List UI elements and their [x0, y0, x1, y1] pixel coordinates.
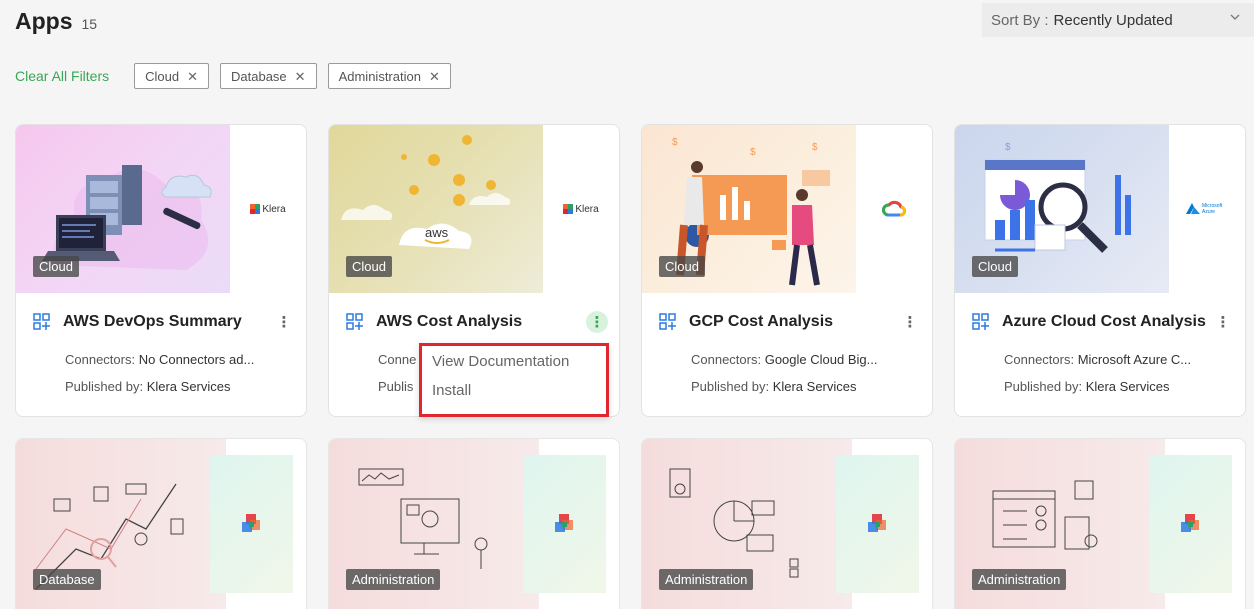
category-tag: Administration: [972, 569, 1067, 590]
page-title: Apps: [15, 8, 73, 34]
more-options-icon[interactable]: ⋮: [1212, 311, 1234, 333]
azure-logo-text: Microsoft Azure: [1202, 203, 1223, 215]
filter-chip-administration[interactable]: Administration ✕: [327, 63, 451, 89]
chevron-down-icon: [1230, 14, 1240, 20]
category-tag: Administration: [659, 569, 754, 590]
page-header: Apps 15: [15, 8, 97, 35]
app-title[interactable]: Azure Cloud Cost Analysis: [1002, 313, 1206, 331]
sort-dropdown[interactable]: Sort By : Recently Updated: [982, 3, 1254, 37]
klera-logo-text: Klera: [575, 203, 599, 215]
vendor-logo: Microsoft Azure: [1169, 125, 1245, 293]
menu-item-install[interactable]: Install: [422, 376, 606, 405]
category-tag: Cloud: [972, 256, 1018, 277]
klera-logo-icon: [210, 455, 293, 593]
app-card-illustration: Cloud: [16, 125, 230, 293]
filter-chip-label: Database: [231, 68, 287, 84]
app-card-illustration: Database: [16, 439, 226, 609]
app-grid-icon: [346, 313, 363, 330]
app-title[interactable]: GCP Cost Analysis: [689, 313, 833, 331]
app-card-illustration: aws Cloud: [329, 125, 543, 293]
app-grid-icon: [972, 313, 989, 330]
sort-value: Recently Updated: [1053, 11, 1173, 29]
app-card-azure-cloud-cost-analysis[interactable]: $ Cloud Microsoft Azure Azure Cloud Cost…: [954, 124, 1246, 417]
app-card-administration-2[interactable]: Administration: [641, 438, 933, 609]
filter-chip-label: Cloud: [145, 68, 180, 84]
google-cloud-logo-icon: [882, 200, 906, 217]
aws-logo-text: aws: [425, 225, 449, 240]
filter-bar: Clear All Filters Cloud ✕ Database ✕ Adm…: [15, 63, 451, 89]
app-card-illustration: $ $ $ Cloud: [642, 125, 856, 293]
category-tag: Cloud: [346, 256, 392, 277]
filter-chip-cloud[interactable]: Cloud ✕: [134, 63, 210, 89]
vendor-logo: [856, 125, 932, 293]
klera-logo-icon: [563, 204, 574, 214]
app-connectors: Conne: [378, 352, 417, 367]
clear-all-filters-link[interactable]: Clear All Filters: [15, 68, 109, 84]
category-tag: Database: [33, 569, 101, 590]
app-grid-icon: [33, 313, 50, 330]
app-grid-icon: [659, 313, 676, 330]
app-card-database[interactable]: Database: [15, 438, 307, 609]
klera-logo-icon: [250, 204, 261, 214]
filter-chip-label: Administration: [338, 68, 421, 84]
app-card-illustration: Administration: [955, 439, 1165, 609]
vendor-logo: Klera: [543, 125, 619, 293]
app-card-aws-devops-summary[interactable]: Cloud Klera AWS DevOps Summary ⋮ Connect…: [15, 124, 307, 417]
filter-chip-database[interactable]: Database ✕: [220, 63, 317, 89]
close-icon[interactable]: ✕: [187, 70, 198, 83]
klera-logo-icon: [523, 455, 606, 593]
svg-text:$: $: [1005, 142, 1011, 153]
app-connectors: Connectors: Microsoft Azure C...: [1004, 352, 1192, 367]
app-card-illustration: Administration: [642, 439, 852, 609]
app-context-menu: View Documentation Install: [419, 343, 609, 417]
sort-label: Sort By :: [991, 11, 1049, 29]
klera-logo-icon: [1149, 455, 1232, 593]
more-options-icon[interactable]: ⋮: [273, 311, 295, 333]
more-options-icon[interactable]: ⋮: [899, 311, 921, 333]
app-title[interactable]: AWS Cost Analysis: [376, 313, 522, 331]
app-publisher: Published by: Klera Services: [1004, 379, 1170, 394]
close-icon[interactable]: ✕: [429, 70, 440, 83]
app-title[interactable]: AWS DevOps Summary: [63, 313, 242, 331]
app-card-administration-3[interactable]: Administration: [954, 438, 1246, 609]
svg-text:$: $: [750, 147, 756, 158]
vendor-logo: Klera: [230, 125, 306, 293]
app-connectors: Connectors: No Connectors ad...: [65, 352, 255, 367]
close-icon[interactable]: ✕: [295, 70, 306, 83]
app-card-gcp-cost-analysis[interactable]: $ $ $ Cloud GCP Cost Analysis ⋮ Connecto…: [641, 124, 933, 417]
menu-item-view-documentation[interactable]: View Documentation: [422, 346, 606, 376]
app-card-administration-1[interactable]: Administration: [328, 438, 620, 609]
svg-text:$: $: [812, 142, 818, 153]
app-connectors: Connectors: Google Cloud Big...: [691, 352, 878, 367]
category-tag: Administration: [346, 569, 441, 590]
app-card-illustration: Administration: [329, 439, 539, 609]
klera-logo-text: Klera: [262, 203, 286, 215]
category-tag: Cloud: [33, 256, 79, 277]
azure-logo-icon: [1186, 203, 1200, 214]
app-publisher: Published by: Klera Services: [65, 379, 231, 394]
svg-text:$: $: [672, 137, 678, 148]
more-options-icon[interactable]: ⋮: [586, 311, 608, 333]
klera-logo-icon: [836, 455, 919, 593]
app-card-illustration: $ Cloud: [955, 125, 1169, 293]
apps-count: 15: [81, 16, 98, 32]
app-publisher: Published by: Klera Services: [691, 379, 857, 394]
category-tag: Cloud: [659, 256, 705, 277]
app-publisher: Publis: [378, 379, 414, 394]
